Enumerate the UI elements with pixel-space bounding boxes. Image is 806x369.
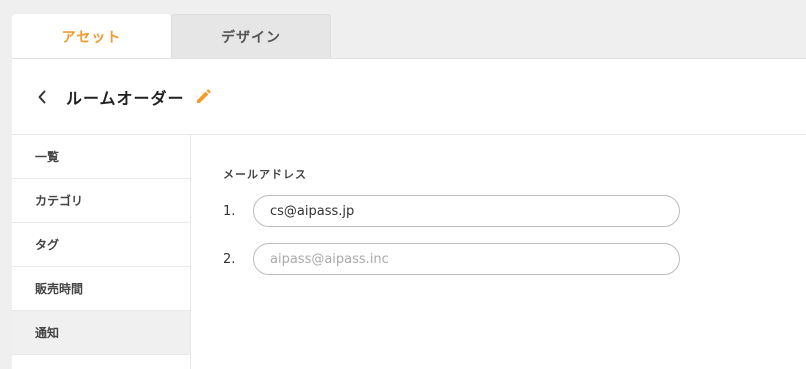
email-row: 1.	[223, 195, 680, 227]
email-field-2[interactable]	[253, 243, 680, 275]
sidebar-item-label: カテゴリ	[35, 194, 84, 208]
email-row-number: 1.	[223, 203, 236, 219]
content-panel: ルームオーダー 一覧 カテゴリ タグ 販売時間 通知 メールアドレス 1. cs…	[12, 58, 806, 369]
sidebar-item-list[interactable]: 一覧	[12, 135, 190, 179]
edit-title-button[interactable]	[194, 88, 212, 106]
notification-settings: メールアドレス 1. 2.	[191, 135, 806, 369]
sidebar-item-label: 通知	[35, 326, 60, 340]
sidebar-item-sales-hours[interactable]: 販売時間	[12, 267, 190, 311]
tab-design[interactable]: デザイン	[171, 14, 331, 59]
email-row-number: 2.	[223, 251, 236, 267]
sidebar-item-notification[interactable]: 通知	[12, 311, 190, 355]
page-title: ルームオーダー	[66, 89, 185, 108]
tab-design-label: デザイン	[221, 30, 281, 46]
tab-assets-label: アセット	[61, 29, 122, 46]
sidebar-item-label: 販売時間	[35, 282, 84, 296]
tab-bar: アセット デザイン	[12, 14, 331, 59]
sidebar: 一覧 カテゴリ タグ 販売時間 通知	[12, 135, 191, 369]
page-header: ルームオーダー	[12, 59, 806, 135]
pencil-icon	[197, 89, 211, 103]
sidebar-item-category[interactable]: カテゴリ	[12, 179, 190, 223]
sidebar-item-label: タグ	[35, 238, 60, 252]
email-section-label: メールアドレス	[223, 168, 307, 181]
sidebar-item-tag[interactable]: タグ	[12, 223, 190, 267]
page: アセット デザイン ルームオーダー 一覧 カテゴリ タグ 販売時間 通知 メール…	[0, 0, 806, 369]
email-row: 2.	[223, 243, 680, 275]
back-button[interactable]	[34, 88, 50, 106]
email-field-1[interactable]	[253, 195, 680, 227]
sidebar-item-label: 一覧	[35, 150, 60, 164]
tab-assets[interactable]: アセット	[12, 14, 171, 59]
chevron-left-icon	[38, 90, 46, 104]
